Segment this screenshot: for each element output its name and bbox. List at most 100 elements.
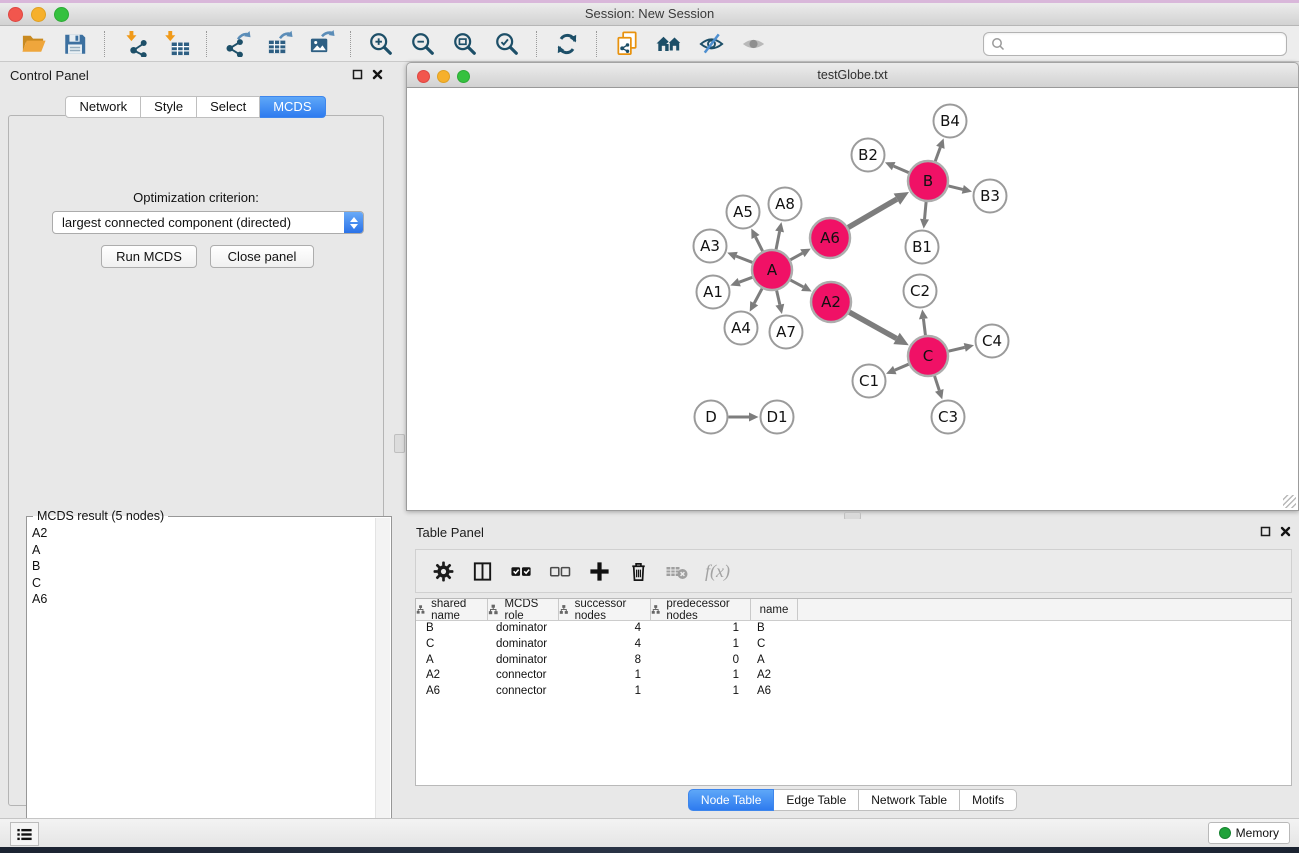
tab-motifs[interactable]: Motifs [960,789,1017,811]
window-resize-grip[interactable] [1283,495,1296,508]
graph-edge-A-A4[interactable] [754,289,762,304]
zoom-selected-button[interactable] [491,29,523,59]
select-stepper[interactable] [344,212,363,233]
graph-node-C3[interactable]: C3 [932,401,965,434]
export-table-button[interactable] [263,29,295,59]
tab-network-table[interactable]: Network Table [859,789,960,811]
graph-edge-B-B3[interactable] [948,186,962,189]
table-settings-button[interactable] [430,558,456,584]
mcds-result-item[interactable]: B [30,558,373,575]
graph-edge-A-A6[interactable] [790,253,802,260]
function-builder-button[interactable]: f(x) [703,558,730,584]
graph-edge-C-C4[interactable] [948,347,964,351]
search-input[interactable] [1010,34,1286,54]
table-row[interactable]: Adominator80A [416,653,1291,669]
delete-table-button[interactable] [664,558,690,584]
graph-node-C4[interactable]: C4 [976,325,1009,358]
tab-style[interactable]: Style [141,96,197,118]
column-view-button[interactable] [469,558,495,584]
criterion-select[interactable]: largest connected component (directed) [52,211,364,234]
zoom-fit-button[interactable] [449,29,481,59]
graph-edge-A-A3[interactable] [736,256,752,262]
graph-node-C2[interactable]: C2 [904,275,937,308]
graph-node-D1[interactable]: D1 [761,401,794,434]
import-network-button[interactable] [119,29,151,59]
mcds-result-item[interactable]: A2 [30,525,373,542]
graph-node-C1[interactable]: C1 [853,365,886,398]
graph-node-B3[interactable]: B3 [974,180,1007,213]
graph-edge-A6-B[interactable] [848,199,897,227]
clone-network-button[interactable] [611,29,643,59]
tab-select[interactable]: Select [197,96,260,118]
float-panel-icon[interactable] [1260,526,1271,537]
search-field[interactable] [983,32,1287,56]
graph-node-B[interactable]: B [908,161,948,201]
graph-node-D[interactable]: D [695,401,728,434]
hide-panels-button[interactable] [695,29,727,59]
graph-node-A5[interactable]: A5 [727,196,760,229]
reset-views-button[interactable] [653,29,685,59]
task-history-button[interactable] [10,822,39,846]
graph-edge-A-A1[interactable] [739,277,752,282]
show-graphics-button[interactable] [737,29,769,59]
close-panel-icon[interactable] [372,69,383,80]
tab-node-table[interactable]: Node Table [688,789,775,811]
graph-node-A[interactable]: A [752,250,792,290]
apply-layout-button[interactable] [551,29,583,59]
close-panel-icon[interactable] [1280,526,1291,537]
export-image-button[interactable] [305,29,337,59]
graph-node-B1[interactable]: B1 [906,231,939,264]
graph-node-A8[interactable]: A8 [769,188,802,221]
graph-node-C[interactable]: C [908,336,948,376]
tab-mcds[interactable]: MCDS [260,96,325,118]
graph-edge-B-B2[interactable] [894,166,909,173]
table-row[interactable]: Cdominator41C [416,637,1291,653]
graph-node-A4[interactable]: A4 [725,312,758,345]
graph-edge-B-B4[interactable] [935,147,940,161]
graph-edge-A-A5[interactable] [756,237,763,251]
graph-edge-A2-C[interactable] [849,312,896,338]
column-header-predecessor-nodes[interactable]: predecessor nodes [651,599,751,620]
select-all-button[interactable] [508,558,534,584]
graph-edge-B-B1[interactable] [925,202,927,219]
clear-selection-button[interactable] [547,558,573,584]
close-panel-button[interactable]: Close panel [210,245,314,268]
result-scrollbar[interactable] [375,518,390,850]
graph-node-A2[interactable]: A2 [811,282,851,322]
graph-edge-C-C1[interactable] [895,364,909,370]
graph-node-A6[interactable]: A6 [810,218,850,258]
mcds-result-item[interactable]: A [30,542,373,559]
export-network-button[interactable] [221,29,253,59]
import-table-button[interactable] [161,29,193,59]
column-header-name[interactable]: name [751,599,798,620]
table-row[interactable]: A2connector11A2 [416,668,1291,684]
graph-node-A7[interactable]: A7 [770,316,803,349]
delete-column-button[interactable] [625,558,651,584]
graph-edge-C-C2[interactable] [923,319,925,335]
column-header-shared-name[interactable]: shared name [416,599,488,620]
graph-edge-A-A7[interactable] [777,290,780,304]
run-mcds-button[interactable]: Run MCDS [101,245,197,268]
network-window-titlebar[interactable]: testGlobe.txt [406,62,1299,88]
memory-button[interactable]: Memory [1208,822,1290,844]
graph-edge-A-A2[interactable] [790,280,803,287]
table-row[interactable]: A6connector11A6 [416,684,1291,700]
splitter-handle[interactable] [394,434,405,453]
mcds-result-item[interactable]: A6 [30,591,373,608]
graph-edge-A-A8[interactable] [776,231,780,249]
horizontal-splitter[interactable] [406,511,1299,519]
column-header-successor-nodes[interactable]: successor nodes [559,599,651,620]
add-column-button[interactable] [586,558,612,584]
graph-node-B4[interactable]: B4 [934,105,967,138]
zoom-out-button[interactable] [407,29,439,59]
table-row[interactable]: Bdominator41B [416,621,1291,637]
float-panel-icon[interactable] [352,69,363,80]
zoom-in-button[interactable] [365,29,397,59]
vertical-splitter[interactable] [391,62,406,818]
tab-edge-table[interactable]: Edge Table [774,789,859,811]
graph-node-A3[interactable]: A3 [694,230,727,263]
mcds-result-item[interactable]: C [30,575,373,592]
save-session-button[interactable] [59,29,91,59]
open-session-button[interactable] [17,29,49,59]
tab-network[interactable]: Network [65,96,141,118]
